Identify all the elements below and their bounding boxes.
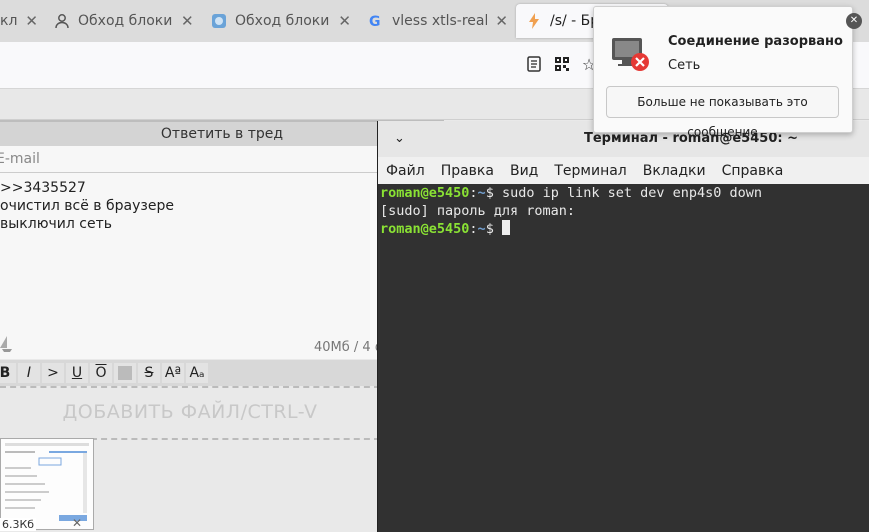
lightning-icon: [526, 13, 542, 29]
prompt-path: ~: [477, 221, 486, 237]
notification-body: Сеть: [668, 58, 701, 73]
menu-file[interactable]: Файл: [386, 163, 425, 179]
network-disconnected-icon: [610, 34, 650, 74]
tab-label: Обход блокиро: [78, 13, 173, 29]
strikethrough-button[interactable]: S: [138, 363, 160, 383]
markup-toolbar: B I > U O S Aª Aₐ: [0, 360, 380, 386]
google-icon: G: [368, 13, 384, 29]
subscript-button[interactable]: Aₐ: [186, 363, 208, 383]
remove-attachment-icon[interactable]: ✕: [72, 516, 82, 530]
tab-2[interactable]: Обход блокиро ✕: [54, 4, 194, 38]
terminal-line: roman@e5450:~$: [380, 220, 510, 237]
prompt-symbol: $: [485, 185, 502, 201]
command-text: sudo ip link set dev enp4s0 down: [501, 185, 763, 201]
menu-terminal[interactable]: Терминал: [554, 163, 626, 179]
terminal-line: [sudo] пароль для roman:: [380, 203, 576, 219]
reader-view-icon[interactable]: [524, 54, 544, 74]
message-line: выключил сеть: [0, 216, 112, 232]
reply-header-label: Ответить в тред: [160, 126, 284, 142]
close-icon[interactable]: ✕: [338, 12, 351, 30]
prompt-symbol: $: [485, 221, 502, 237]
prompt-separator: :: [469, 185, 478, 201]
notification-title: Соединение разорвано: [668, 34, 843, 49]
svg-text:G: G: [369, 14, 381, 29]
quote-button[interactable]: >: [42, 363, 64, 383]
underline-button[interactable]: U: [66, 363, 88, 383]
thumbnail-file-size: 6.3Кб: [0, 518, 37, 531]
tab-4[interactable]: G vless xtls-reality ✕: [368, 4, 508, 38]
email-field[interactable]: E-mail: [0, 146, 380, 173]
superscript-button[interactable]: Aª: [162, 363, 184, 383]
file-limit-info: 40Мб / 4 ф: [314, 340, 386, 355]
message-textarea[interactable]: >>3435527 очистил всё в браузере выключи…: [0, 173, 380, 359]
tab-3[interactable]: Обход блокиро ✕: [211, 4, 351, 38]
qr-code-icon[interactable]: [552, 54, 572, 74]
close-icon[interactable]: ✕: [846, 13, 862, 29]
menu-view[interactable]: Вид: [510, 163, 538, 179]
sailboat-icon[interactable]: [0, 334, 14, 354]
overline-button[interactable]: O: [90, 363, 112, 383]
message-line: очистил всё в браузере: [0, 198, 174, 214]
tab-1[interactable]: кл ✕: [0, 4, 44, 38]
chevron-down-icon[interactable]: ⌄: [394, 121, 405, 157]
menu-tabs[interactable]: Вкладки: [643, 163, 706, 179]
tab-label: Обход блокиро: [235, 13, 330, 29]
user-icon: [54, 13, 70, 29]
email-placeholder: E-mail: [0, 151, 40, 167]
tab-label: vless xtls-reality: [392, 13, 488, 29]
terminal-line: roman@e5450:~$ sudo ip link set dev enp4…: [380, 185, 762, 201]
file-dropzone[interactable]: ДОБАВИТЬ ФАЙЛ/CTRL-V: [0, 386, 380, 440]
dont-show-again-button[interactable]: Больше не показывать это сообщение: [606, 86, 839, 139]
terminal-menubar: Файл Правка Вид Терминал Вкладки Справка: [378, 157, 869, 184]
close-icon[interactable]: ✕: [181, 12, 194, 30]
prompt-separator: :: [469, 221, 478, 237]
tab-label: кл: [0, 13, 18, 29]
close-icon[interactable]: ✕: [495, 12, 508, 30]
terminal-output[interactable]: roman@e5450:~$ sudo ip link set dev enp4…: [378, 184, 869, 532]
close-icon[interactable]: ✕: [25, 12, 38, 30]
prompt-user: roman@e5450: [380, 221, 470, 237]
bold-button[interactable]: B: [0, 363, 16, 383]
message-line: >>3435527: [0, 180, 86, 196]
spoiler-button[interactable]: [114, 363, 136, 383]
prompt-user: roman@e5450: [380, 185, 470, 201]
prompt-path: ~: [477, 185, 486, 201]
italic-button[interactable]: I: [18, 363, 40, 383]
app-icon: [211, 13, 227, 29]
menu-edit[interactable]: Правка: [441, 163, 494, 179]
text-cursor: [501, 220, 510, 235]
menu-help[interactable]: Справка: [722, 163, 784, 179]
